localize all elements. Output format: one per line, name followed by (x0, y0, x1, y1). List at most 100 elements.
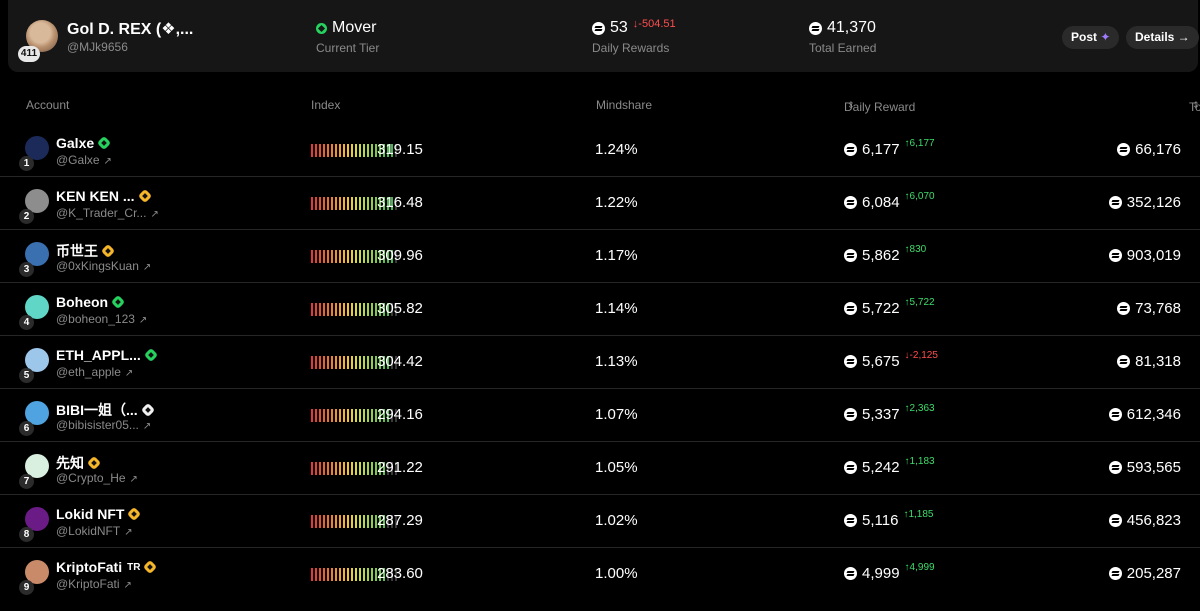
rank-badge: 7 (19, 474, 34, 489)
external-link-icon[interactable]: ↗ (143, 421, 151, 432)
index-bar-segment (327, 356, 329, 369)
verified-badge-icon (97, 135, 112, 151)
table-row[interactable]: 2 KEN KEN ... @K_Trader_Cr... ↗ 316.48 1.22% 6… (0, 177, 1200, 230)
verified-badge-icon (127, 506, 142, 522)
index-bar-segment (311, 250, 313, 263)
account-name[interactable]: KriptoFati TR (56, 559, 158, 575)
total-reward: 352,126 (1108, 194, 1181, 211)
index-bar-segment (347, 144, 349, 157)
external-link-icon[interactable]: ↗ (150, 209, 158, 220)
account-name[interactable]: KEN KEN ... (56, 188, 152, 204)
coin-icon (1117, 302, 1131, 315)
account-name[interactable]: ETH_APPL... (56, 347, 158, 363)
index-bar-segment (359, 144, 361, 157)
daily-reward-value: 5,337 (862, 406, 900, 423)
index-bar-segment (363, 568, 365, 581)
index-bar-segment (343, 568, 345, 581)
profile-rank-badge: 411 (18, 46, 40, 62)
table-row[interactable]: 1 Galxe @Galxe ↗ 319.15 1.24% 6,177 ↑6,177 66,17… (0, 124, 1200, 177)
profile-handle: @MJk9656 (67, 40, 128, 54)
account-handle[interactable]: @Crypto_He ↗ (56, 471, 138, 485)
sparkle-icon: ✦ (1100, 30, 1111, 44)
index-bar-segment (331, 197, 333, 210)
index-bar-segment (359, 356, 361, 369)
leaderboard-table: 1 Galxe @Galxe ↗ 319.15 1.24% 6,177 ↑6,177 66,17… (0, 124, 1200, 601)
index-bar-segment (327, 250, 329, 263)
index-bar-segment (319, 144, 321, 157)
table-row[interactable]: 4 Boheon @boheon_123 ↗ 305.82 1.14% 5,722 ↑5,72… (0, 283, 1200, 336)
external-link-icon[interactable]: ↗ (139, 315, 147, 326)
coin-icon (1108, 249, 1122, 262)
index-bar-segment (331, 409, 333, 422)
sort-icon[interactable]: ⇕ (847, 100, 855, 111)
coin-icon (592, 21, 605, 35)
post-button[interactable]: Post ✦ (1062, 26, 1120, 49)
index-bar-segment (367, 197, 369, 210)
index-bar-segment (311, 568, 313, 581)
account-name[interactable]: 币世王 (56, 241, 116, 261)
index-bar-segment (331, 515, 333, 528)
table-row[interactable]: 3 币世王 @0xKingsKuan ↗ 309.96 1.17% 5,862 ↑830 903… (0, 230, 1200, 283)
column-index: Index (311, 98, 341, 112)
index-bar-segment (327, 144, 329, 157)
external-link-icon[interactable]: ↗ (143, 262, 151, 273)
sort-icon[interactable]: ⇕ (1192, 100, 1200, 111)
account-name[interactable]: BIBI一姐（... (56, 400, 155, 420)
index-bar-segment (331, 356, 333, 369)
mindshare-value: 1.05% (595, 459, 638, 476)
index-bar-segment (315, 356, 317, 369)
mindshare-value: 1.14% (595, 300, 638, 317)
index-bar-segment (347, 409, 349, 422)
index-bar-segment (319, 197, 321, 210)
account-name[interactable]: Lokid NFT (56, 506, 142, 522)
account-handle[interactable]: @KriptoFati ↗ (56, 577, 132, 591)
external-link-icon[interactable]: ↗ (130, 474, 138, 485)
index-bar-segment (315, 250, 317, 263)
table-row[interactable]: 5 ETH_APPL... @eth_apple ↗ 304.42 1.13% 5,675 ↓… (0, 336, 1200, 389)
index-bar-segment (359, 197, 361, 210)
account-handle[interactable]: @bibisister05... ↗ (56, 418, 151, 432)
coin-icon (844, 514, 857, 527)
external-link-icon[interactable]: ↗ (104, 156, 112, 167)
total-reward: 593,565 (1108, 459, 1181, 476)
account-handle[interactable]: @eth_apple ↗ (56, 365, 133, 379)
external-link-icon[interactable]: ↗ (125, 368, 133, 379)
account-name[interactable]: 先知 (56, 453, 102, 473)
account-handle[interactable]: @0xKingsKuan ↗ (56, 259, 151, 273)
details-button[interactable]: Details → (1126, 26, 1199, 49)
rank-badge: 2 (19, 209, 34, 224)
total-reward-value: 352,126 (1126, 194, 1181, 211)
table-row[interactable]: 6 BIBI一姐（... @bibisister05... ↗ 294.16 1.07% 5… (0, 389, 1200, 442)
total-reward: 81,318 (1117, 353, 1181, 370)
account-handle[interactable]: @boheon_123 ↗ (56, 312, 147, 326)
account-handle[interactable]: @LokidNFT ↗ (56, 524, 133, 538)
external-link-icon[interactable]: ↗ (124, 580, 132, 591)
account-handle[interactable]: @Galxe ↗ (56, 153, 112, 167)
daily-reward: 5,675 ↓-2,125 (844, 350, 938, 370)
index-bar-segment (339, 144, 341, 157)
account-handle[interactable]: @K_Trader_Cr... ↗ (56, 206, 159, 220)
account-name[interactable]: Galxe (56, 135, 112, 151)
tier-icon (316, 22, 327, 34)
index-bar-segment (339, 409, 341, 422)
account-handle-text: @KriptoFati (56, 577, 120, 591)
index-bar-segment (311, 197, 313, 210)
index-bar-segment (371, 409, 373, 422)
post-button-label: Post (1071, 30, 1098, 44)
index-bar-segment (335, 515, 337, 528)
index-bar-segment (323, 144, 325, 157)
index-bar-segment (315, 462, 317, 475)
index-bar-segment (343, 515, 345, 528)
table-row[interactable]: 8 Lokid NFT @LokidNFT ↗ 287.29 1.02% 5,116 ↑1,1… (0, 495, 1200, 548)
external-link-icon[interactable]: ↗ (124, 527, 132, 538)
daily-reward-change: ↑6,070 (904, 191, 935, 202)
index-bar-segment (335, 197, 337, 210)
index-bar-segment (311, 409, 313, 422)
index-bar-segment (351, 144, 353, 157)
total-reward: 73,768 (1117, 300, 1181, 317)
index-bar-segment (331, 144, 333, 157)
table-row[interactable]: 9 KriptoFati TR @KriptoFati ↗ 283.60 1.00% 4,99… (0, 548, 1200, 601)
index-bar-segment (311, 462, 313, 475)
account-name[interactable]: Boheon (56, 294, 126, 310)
table-row[interactable]: 7 先知 @Crypto_He ↗ 291.22 1.05% 5,242 ↑1,183 593,… (0, 442, 1200, 495)
